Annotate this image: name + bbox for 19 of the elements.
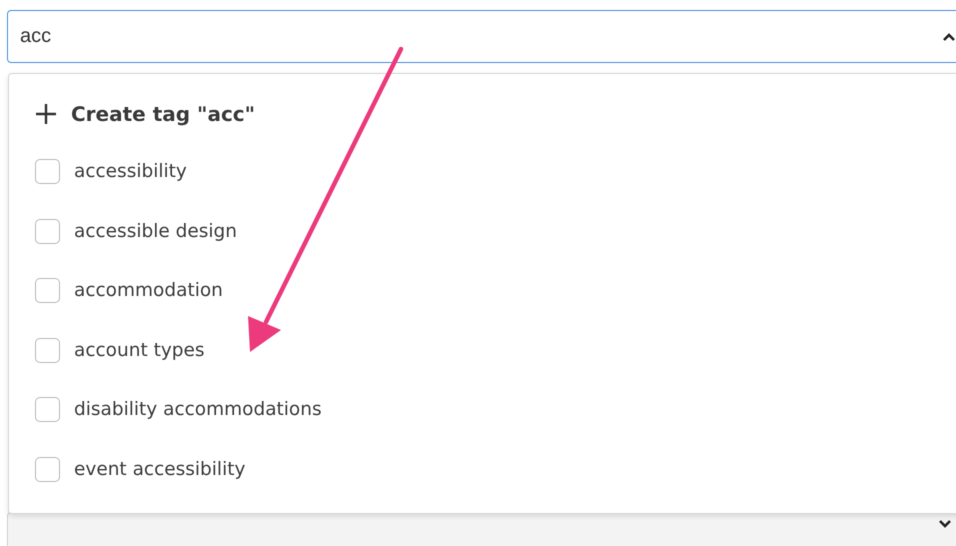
chevron-icon[interactable] [938, 519, 952, 529]
option-label[interactable]: accessibility [74, 161, 187, 182]
create-tag-option[interactable]: Create tag "acc" [35, 98, 256, 130]
tag-search-input[interactable]: acc [20, 25, 942, 48]
checkbox[interactable] [35, 397, 60, 422]
plus-icon [35, 103, 57, 125]
checkbox[interactable] [35, 338, 60, 363]
chevron-icon[interactable] [942, 32, 956, 42]
checkbox[interactable] [35, 456, 60, 482]
option-label[interactable]: event accessibility [74, 458, 246, 480]
select-field[interactable] [7, 512, 956, 546]
checkbox[interactable] [35, 278, 60, 304]
option-label[interactable]: accommodation [74, 280, 223, 302]
tag-search-field[interactable]: acc [7, 10, 956, 63]
option-label[interactable]: account types [74, 340, 205, 361]
option-label[interactable]: accessible design [74, 220, 237, 242]
option-label[interactable]: disability accommodations [74, 399, 322, 420]
checkbox[interactable] [35, 159, 60, 184]
checkbox[interactable] [35, 218, 60, 244]
